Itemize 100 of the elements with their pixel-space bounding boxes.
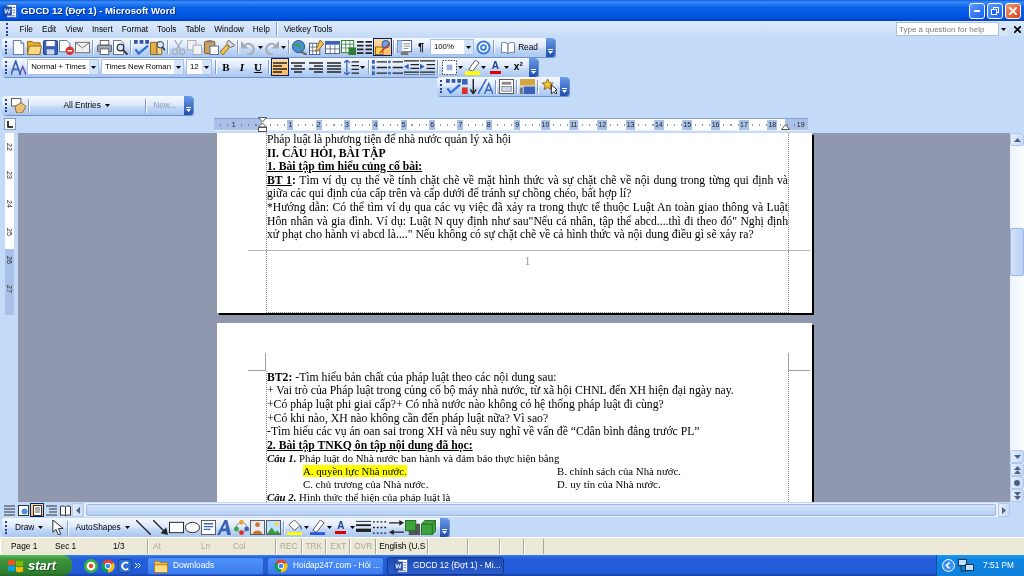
drag-handle-icon[interactable] — [440, 80, 442, 93]
toolbar-options-button[interactable] — [545, 37, 555, 57]
menu-item[interactable]: View — [60, 21, 88, 37]
caret-icon[interactable] — [124, 526, 130, 529]
sort-arrow-icon[interactable] — [461, 79, 477, 94]
menu-item[interactable]: Format — [117, 21, 153, 37]
toolbar-options-button[interactable] — [529, 57, 539, 77]
menu-item[interactable]: Table — [180, 21, 210, 37]
decrease-indent-icon[interactable] — [404, 59, 420, 75]
letter-strokes-icon[interactable] — [10, 59, 26, 75]
tab-stop-icon[interactable] — [4, 118, 16, 130]
taskbar-button[interactable]: GDCD 12 (Đợt 1) - Mi... — [387, 556, 504, 575]
align-left-button[interactable] — [271, 58, 289, 76]
page-pentagon-icon[interactable] — [10, 98, 26, 113]
line-icon[interactable] — [136, 520, 152, 535]
entries-dropdown-button[interactable]: All Entries — [31, 96, 144, 115]
pen-icon[interactable] — [310, 520, 326, 535]
drag-handle-icon[interactable] — [5, 99, 7, 112]
arrow-icon[interactable] — [152, 520, 168, 535]
help-question-field[interactable]: Type a question for help — [896, 22, 999, 36]
print-layout-view-button[interactable] — [30, 503, 44, 517]
menu-item[interactable]: Edit — [37, 21, 61, 37]
line-weights-icon[interactable] — [356, 520, 372, 535]
new-document-icon[interactable] — [10, 39, 26, 55]
line-spacing-icon[interactable] — [343, 59, 359, 75]
help-icon[interactable] — [475, 39, 491, 55]
columns-icon[interactable] — [357, 39, 373, 55]
font-color-button[interactable]: A — [332, 518, 349, 537]
page-panel-icon[interactable] — [397, 39, 413, 55]
underline-button[interactable]: U — [250, 58, 266, 76]
scroll-left-button[interactable] — [72, 503, 84, 517]
menu-item[interactable]: Vietkey Tools — [279, 21, 337, 37]
shadow-square-icon[interactable] — [405, 520, 420, 535]
caret-icon[interactable] — [303, 526, 309, 529]
caret-icon[interactable] — [280, 45, 286, 49]
highlighter-icon[interactable] — [464, 59, 480, 75]
menu-item[interactable]: Insert — [87, 21, 118, 37]
language-indicator[interactable]: English (U.S — [379, 541, 426, 552]
italic-button[interactable]: I — [234, 58, 250, 76]
scroll-down-button[interactable] — [1010, 450, 1024, 463]
drag-handle-icon[interactable] — [5, 40, 7, 54]
autoshapes-menu-button[interactable]: AutoShapes — [70, 518, 136, 537]
menu-item[interactable]: Help — [248, 21, 275, 37]
paint-bucket-icon[interactable] — [287, 520, 303, 535]
caret-icon[interactable] — [504, 65, 510, 69]
caret-icon[interactable] — [257, 45, 263, 49]
caret-icon[interactable] — [360, 65, 366, 69]
document-circle-icon[interactable] — [59, 39, 75, 55]
book-magnifier-icon[interactable] — [150, 39, 166, 55]
toolbar-options-button[interactable] — [560, 77, 570, 96]
drag-handle-icon[interactable] — [5, 521, 7, 534]
scroll-up-button[interactable] — [1010, 133, 1024, 146]
ring-icon[interactable] — [84, 558, 98, 573]
page-magnifier-icon[interactable] — [112, 39, 128, 55]
caret-icon[interactable] — [326, 526, 332, 529]
help-dropdown-button[interactable] — [999, 22, 1008, 36]
reading-view-button[interactable] — [58, 503, 72, 517]
minimize-button[interactable] — [969, 2, 985, 19]
double-arrows-icon[interactable] — [388, 520, 404, 535]
paintbrush-icon[interactable] — [219, 39, 235, 55]
rectangle-icon[interactable] — [168, 520, 184, 535]
drag-handle-icon[interactable] — [6, 22, 8, 36]
slashed-letter-icon[interactable] — [477, 79, 493, 94]
squares-check-icon[interactable] — [133, 39, 149, 55]
close-button[interactable] — [1005, 2, 1021, 19]
framed-page-icon[interactable] — [499, 79, 515, 94]
app-tile-icon[interactable] — [118, 558, 132, 573]
text-box-icon[interactable] — [201, 520, 217, 535]
framed-figure-icon[interactable] — [249, 520, 265, 535]
dashed-lines-icon[interactable] — [372, 520, 388, 535]
drawing-toggle-button[interactable] — [372, 38, 392, 56]
superscript-button[interactable]: x$^{2}$ — [510, 58, 527, 76]
caret-icon[interactable] — [104, 104, 110, 107]
network-icon[interactable] — [958, 559, 975, 572]
restore-button[interactable] — [987, 2, 1003, 19]
arrow-circle-icon[interactable] — [942, 559, 956, 572]
table-grid-icon[interactable] — [324, 39, 340, 55]
next-page-button[interactable] — [1010, 489, 1024, 502]
indent-marker-icon[interactable] — [258, 116, 267, 132]
toolbar-options-button[interactable] — [439, 518, 449, 537]
font-color-button[interactable]: A — [487, 58, 504, 76]
numbered-list-icon[interactable] — [371, 59, 387, 75]
squares-check-icon[interactable] — [445, 79, 461, 94]
right-indent-marker-icon[interactable] — [781, 123, 790, 130]
cube-icon[interactable] — [421, 520, 437, 535]
menu-item[interactable]: File — [15, 21, 38, 37]
table-pencil-icon[interactable] — [308, 39, 324, 55]
scroll-thumb[interactable] — [1010, 228, 1024, 276]
stacked-blocks-icon[interactable] — [520, 79, 536, 94]
previous-page-button[interactable] — [1010, 463, 1024, 476]
bulleted-list-icon[interactable] — [387, 59, 403, 75]
close-icon[interactable] — [1014, 25, 1021, 33]
border-square-icon[interactable] — [441, 59, 457, 75]
browse-object-button[interactable] — [1010, 476, 1024, 489]
wordart-icon[interactable] — [217, 520, 233, 535]
show-marks-button[interactable]: ¶ — [412, 38, 429, 56]
caret-icon[interactable] — [458, 65, 464, 69]
oval-icon[interactable] — [184, 520, 200, 535]
spreadsheet-icon[interactable] — [340, 39, 356, 55]
caret-icon[interactable] — [38, 526, 44, 529]
